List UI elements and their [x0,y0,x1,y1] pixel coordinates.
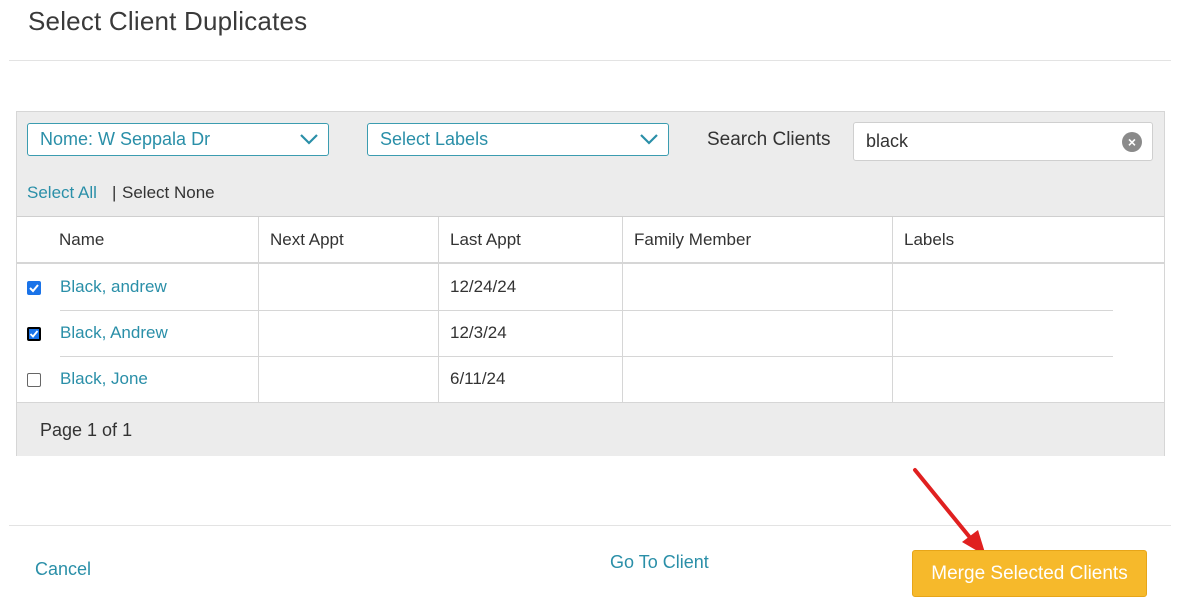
location-dropdown-value: Nome: W Seppala Dr [40,129,211,149]
cancel-button[interactable]: Cancel [35,559,91,580]
location-dropdown[interactable]: Nome: W Seppala Dr [27,123,329,156]
last-appt-cell: 12/24/24 [450,277,517,296]
select-all-link[interactable]: Select All [27,183,97,203]
last-appt-cell: 6/11/24 [450,369,506,388]
page-title: Select Client Duplicates [28,6,308,36]
chevron-down-icon [300,134,318,145]
red-arrow-icon [913,468,986,556]
go-to-client-button[interactable]: Go To Client [610,552,709,573]
column-header-family-member[interactable]: Family Member [634,230,751,250]
search-field: × [853,122,1153,161]
checkmark-icon [29,330,39,338]
duplicates-panel: Nome: W Seppala Dr Select Labels Search … [16,111,1165,456]
clear-icon[interactable]: × [1122,132,1142,152]
labels-dropdown-value: Select Labels [380,129,489,149]
select-none-link[interactable]: Select None [122,183,215,203]
separator: | [112,183,117,202]
labels-dropdown[interactable]: Select Labels [367,123,669,156]
table-footer: Page 1 of 1 [17,402,1164,456]
search-label: Search Clients [707,129,831,150]
client-name-link[interactable]: Black, Jone [60,369,148,389]
column-header-labels[interactable]: Labels [904,230,954,250]
checkmark-icon [29,284,39,293]
column-header-last-appt[interactable]: Last Appt [450,230,521,250]
client-name-link[interactable]: Black, Andrew [60,323,168,343]
row-checkbox[interactable] [27,327,41,341]
table-row[interactable]: Black, andrew 12/24/24 [17,264,1164,310]
column-header-next-appt[interactable]: Next Appt [270,230,344,250]
search-input[interactable] [866,131,1116,152]
pagination-text: Page 1 of 1 [40,420,133,440]
merge-selected-clients-button[interactable]: Merge Selected Clients [912,550,1147,597]
table-row[interactable]: Black, Andrew 12/3/24 [17,310,1164,356]
table-header: Name Next Appt Last Appt Family Member L… [17,217,1164,264]
last-appt-cell: 12/3/24 [450,323,507,342]
row-checkbox[interactable] [27,281,41,295]
table-row[interactable]: Black, Jone 6/11/24 [17,356,1164,402]
client-name-link[interactable]: Black, andrew [60,277,167,297]
column-header-name[interactable]: Name [59,230,104,250]
divider [9,60,1171,61]
clients-table: Name Next Appt Last Appt Family Member L… [17,216,1164,403]
row-checkbox[interactable] [27,373,41,387]
chevron-down-icon [640,134,658,145]
